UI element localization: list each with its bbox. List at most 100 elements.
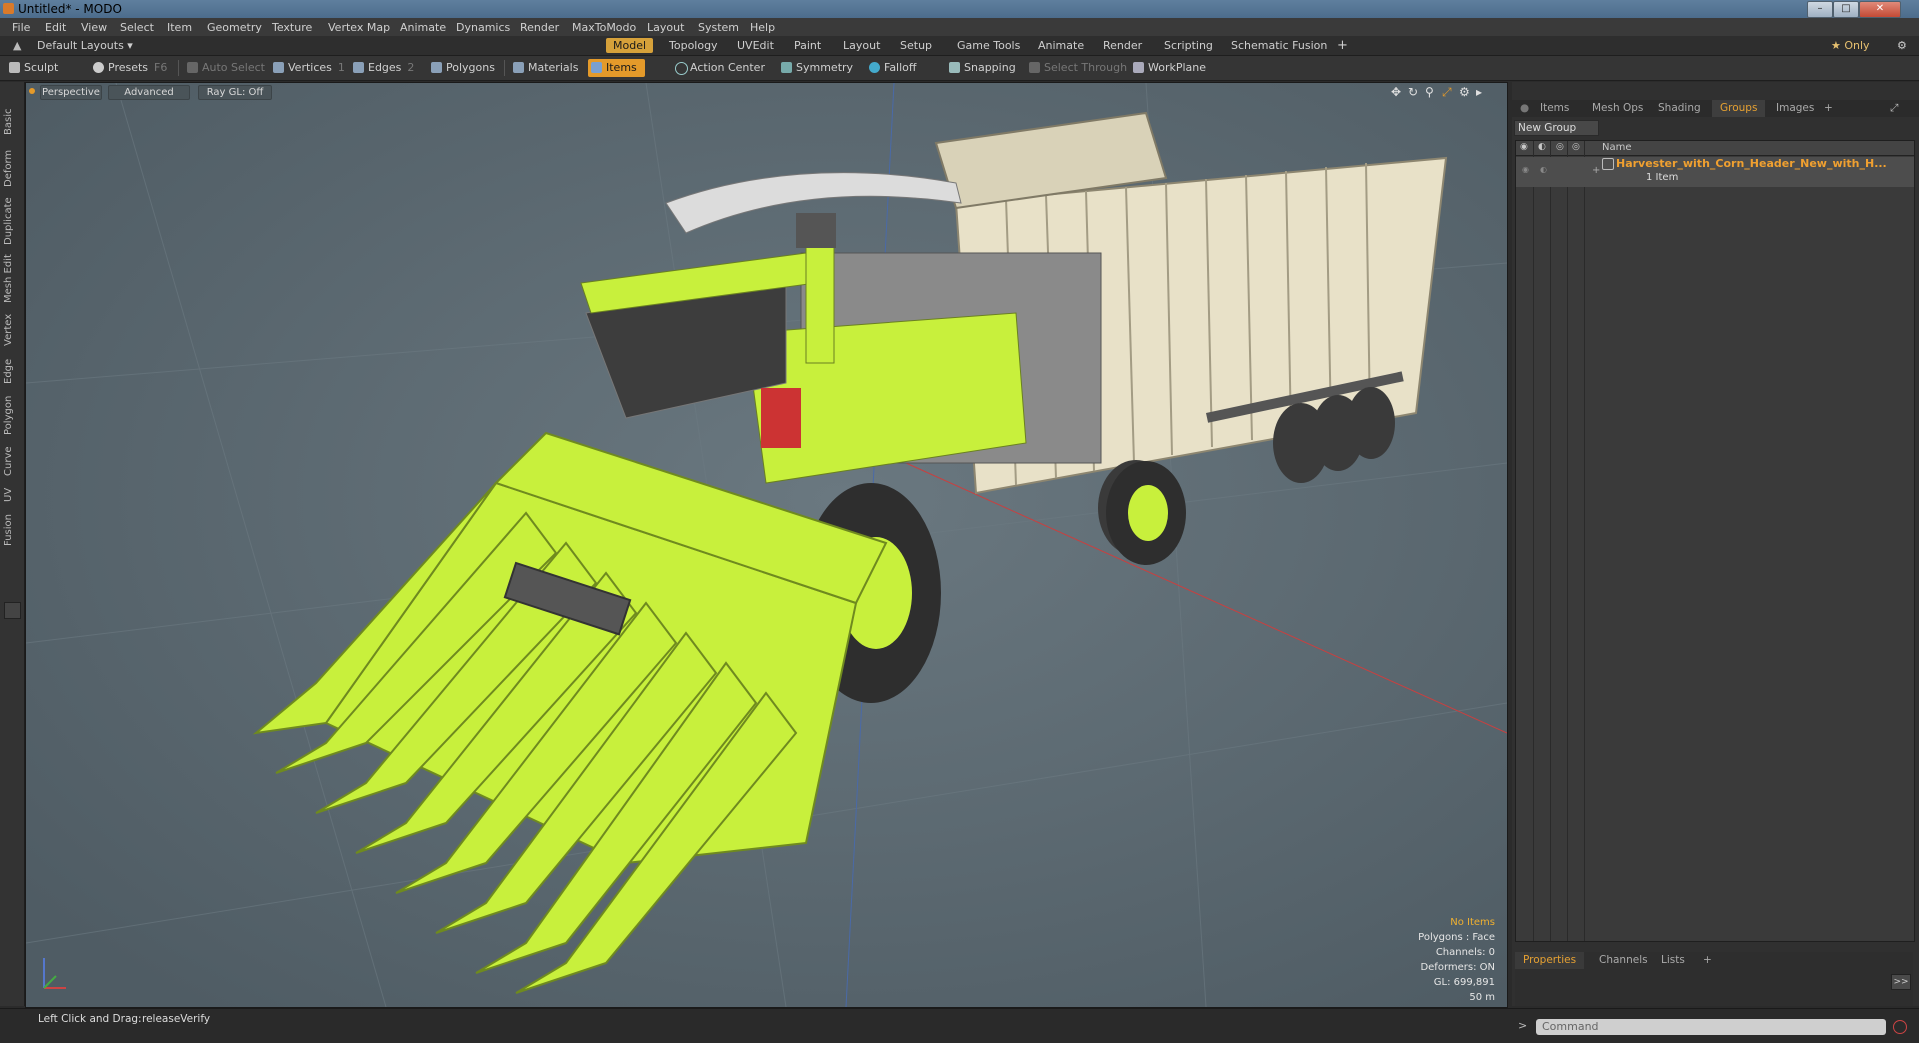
command-prompt-icon: >: [1518, 1019, 1528, 1032]
tab-paint[interactable]: Paint: [787, 38, 828, 53]
expand-toggle-icon[interactable]: +: [1592, 165, 1600, 176]
new-group-button[interactable]: New Group: [1514, 120, 1599, 136]
tree-row-group[interactable]: ◉ ◐ + Harvester_with_Corn_Header_New_wit…: [1516, 157, 1914, 187]
tab-properties[interactable]: Properties: [1515, 952, 1585, 969]
group-name[interactable]: Harvester_with_Corn_Header_New_with_H...: [1616, 157, 1887, 170]
vtab-curve[interactable]: Curve: [3, 442, 21, 480]
viewport-menu-icon[interactable]: [29, 88, 35, 94]
menu-help[interactable]: Help: [750, 21, 775, 34]
vtab-duplicate[interactable]: Duplicate: [3, 194, 21, 248]
vertices-button[interactable]: Vertices 1: [270, 59, 345, 77]
auto-select-button[interactable]: Auto Select: [184, 59, 265, 77]
menu-item[interactable]: Item: [167, 21, 192, 34]
tab-groups[interactable]: Groups: [1712, 100, 1766, 117]
falloff-button[interactable]: Falloff: [866, 59, 916, 77]
vtab-deform[interactable]: Deform: [3, 146, 21, 190]
select-through-icon: [1029, 62, 1040, 73]
only-toggle[interactable]: ★ Only: [1824, 38, 1877, 53]
tab-scripting[interactable]: Scripting: [1157, 38, 1220, 53]
vtab-uv[interactable]: UV: [3, 484, 21, 506]
tab-render[interactable]: Render: [1096, 38, 1149, 53]
record-icon[interactable]: [1893, 1020, 1907, 1034]
tab-game-tools[interactable]: Game Tools: [950, 38, 1027, 53]
menu-system[interactable]: System: [698, 21, 739, 34]
menu-animate[interactable]: Animate: [400, 21, 446, 34]
vtab-mesh-edit[interactable]: Mesh Edit: [3, 252, 21, 306]
vtab-vertex[interactable]: Vertex: [3, 310, 21, 350]
tab-mesh-ops[interactable]: Mesh Ops: [1584, 100, 1651, 117]
menu-render[interactable]: Render: [520, 21, 559, 34]
edges-icon: [353, 62, 364, 73]
select-icon[interactable]: ◎: [1572, 142, 1580, 152]
viewport-gear-icon[interactable]: ⚙: [1459, 85, 1470, 99]
row-eye-icon[interactable]: ◉: [1522, 165, 1529, 174]
menu-vertex-map[interactable]: Vertex Map: [328, 21, 390, 34]
menu-edit[interactable]: Edit: [45, 21, 66, 34]
hud-gl-count: GL: 699,891: [1433, 977, 1495, 988]
tab-schematic-fusion[interactable]: Schematic Fusion: [1224, 38, 1334, 53]
add-bottom-tab[interactable]: +: [1695, 952, 1720, 969]
snapping-icon: [949, 62, 960, 73]
tab-setup[interactable]: Setup: [893, 38, 939, 53]
menu-dynamics[interactable]: Dynamics: [456, 21, 510, 34]
sculpt-button[interactable]: Sculpt: [6, 59, 58, 77]
tab-items[interactable]: Items: [1532, 100, 1577, 117]
visibility-eye-icon[interactable]: ◉: [1520, 142, 1528, 152]
vtab-edge[interactable]: Edge: [3, 354, 21, 388]
tab-model[interactable]: Model: [606, 38, 654, 53]
menu-file[interactable]: File: [12, 21, 30, 34]
tab-lists[interactable]: Lists: [1653, 952, 1693, 969]
raygl-toggle[interactable]: Ray GL: Off: [198, 85, 272, 100]
vtab-basic[interactable]: Basic: [3, 102, 21, 142]
tab-channels[interactable]: Channels: [1591, 952, 1656, 969]
tab-layout[interactable]: Layout: [836, 38, 887, 53]
menu-layout[interactable]: Layout: [647, 21, 684, 34]
view-type-dropdown[interactable]: Perspective: [40, 85, 102, 100]
action-center-button[interactable]: Action Center: [672, 59, 765, 77]
menu-select[interactable]: Select: [120, 21, 154, 34]
rotate-icon[interactable]: ↻: [1408, 85, 1418, 99]
command-input[interactable]: Command: [1536, 1019, 1886, 1035]
maximize-button[interactable]: □: [1833, 1, 1859, 18]
select-through-button[interactable]: Select Through: [1026, 59, 1127, 77]
tab-uvedit[interactable]: UVEdit: [730, 38, 781, 53]
panel-menu-icon[interactable]: ●: [1512, 100, 1532, 117]
materials-button[interactable]: Materials: [510, 59, 578, 77]
row-render-icon[interactable]: ◐: [1540, 165, 1547, 174]
toolbox-toggle[interactable]: [4, 602, 21, 619]
expand-panel-button[interactable]: >>: [1891, 974, 1911, 990]
fit-icon[interactable]: ⤢: [1442, 85, 1452, 100]
snapping-button[interactable]: Snapping: [946, 59, 1016, 77]
menu-view[interactable]: View: [81, 21, 107, 34]
shading-dropdown[interactable]: Advanced: [108, 85, 190, 100]
menu-texture[interactable]: Texture: [272, 21, 312, 34]
workplane-button[interactable]: WorkPlane: [1130, 59, 1206, 77]
add-panel-tab[interactable]: +: [1816, 100, 1841, 117]
panel-expand-icon[interactable]: ⤢: [1882, 100, 1906, 117]
vtab-polygon[interactable]: Polygon: [3, 392, 21, 438]
edges-button[interactable]: Edges 2: [350, 59, 414, 77]
tab-animate[interactable]: Animate: [1031, 38, 1091, 53]
lock-icon[interactable]: ◎: [1556, 142, 1564, 152]
tab-topology[interactable]: Topology: [662, 38, 725, 53]
symmetry-button[interactable]: Symmetry: [778, 59, 853, 77]
tab-shading[interactable]: Shading: [1650, 100, 1709, 117]
menu-geometry[interactable]: Geometry: [207, 21, 262, 34]
gear-icon[interactable]: ⚙: [1890, 38, 1914, 53]
zoom-icon[interactable]: ⚲: [1425, 85, 1434, 99]
presets-button[interactable]: Presets F6: [90, 59, 167, 77]
layout-collapse-icon[interactable]: ▲: [6, 38, 28, 53]
pan-icon[interactable]: ✥: [1391, 85, 1401, 99]
vtab-fusion[interactable]: Fusion: [3, 510, 21, 550]
close-button[interactable]: ✕: [1859, 1, 1901, 18]
minimize-button[interactable]: –: [1807, 1, 1833, 18]
render-icon[interactable]: ◐: [1538, 142, 1546, 152]
default-layouts-dropdown[interactable]: Default Layouts ▾: [30, 38, 140, 53]
add-tab-button[interactable]: +: [1330, 38, 1355, 53]
tab-images[interactable]: Images: [1768, 100, 1822, 117]
menu-maxtomodo[interactable]: MaxToModo: [572, 21, 636, 34]
items-button[interactable]: Items: [588, 59, 645, 77]
expand-arrow-icon[interactable]: ▸: [1476, 85, 1482, 99]
polygons-button[interactable]: Polygons: [428, 59, 495, 77]
3d-viewport[interactable]: Perspective Advanced Ray GL: Off ✥ ↻ ⚲ ⤢…: [25, 82, 1508, 1008]
